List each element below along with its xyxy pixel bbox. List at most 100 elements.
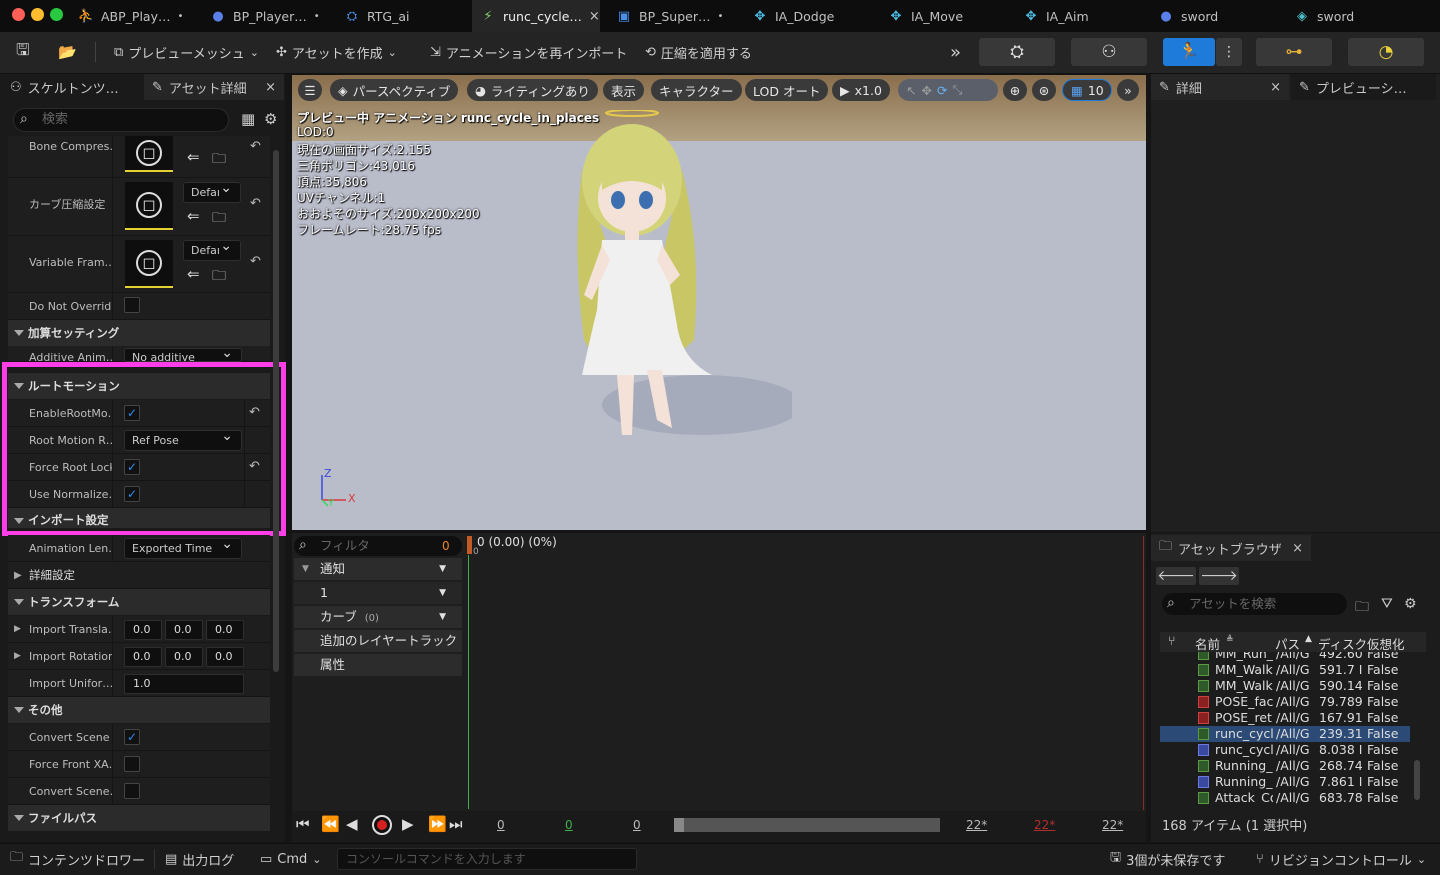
do-not-override-checkbox[interactable]: [124, 297, 140, 313]
blueprint-mode-button[interactable]: ⊶: [1256, 38, 1332, 66]
tab-bp-super[interactable]: ▣ BP_Super… •: [608, 0, 738, 32]
folder-icon[interactable]: 🗀: [1355, 596, 1369, 620]
output-log-button[interactable]: ▤ 出力ログ: [165, 843, 234, 875]
rotation-z-field[interactable]: 0.0: [206, 647, 244, 667]
playhead-handle[interactable]: [467, 536, 472, 554]
view-start-field[interactable]: 0: [633, 818, 641, 832]
mesh-mode-button[interactable]: ⚇: [1071, 38, 1147, 66]
asset-row[interactable]: runc_cycl/All/G 239.31 False: [1160, 726, 1410, 742]
viewport-more-button[interactable]: »: [1117, 79, 1139, 101]
rotate-icon[interactable]: ⟳: [937, 83, 947, 98]
use-selected-icon[interactable]: ⇐: [187, 207, 200, 225]
tab-details[interactable]: ✎ 詳細 ×: [1151, 74, 1289, 100]
lighting-button[interactable]: ◕ ライティングあり: [467, 79, 598, 101]
tab-ia-move[interactable]: ✥ IA_Move: [880, 0, 1010, 32]
category-additive-settings[interactable]: 加算セッティング: [8, 320, 270, 346]
grid-snap-button[interactable]: ▦ 10: [1062, 79, 1112, 101]
force-front-x-axis-checkbox[interactable]: [124, 756, 140, 772]
play-start-field[interactable]: 0: [565, 818, 573, 832]
move-icon[interactable]: ✥: [921, 83, 931, 98]
expand-toolbar-button[interactable]: »: [950, 40, 961, 64]
skip-to-start-icon[interactable]: ⏮: [296, 815, 310, 833]
show-button[interactable]: 表示: [603, 79, 645, 101]
dropdown-arrow-icon[interactable]: ▼: [439, 606, 446, 628]
curve-compression-thumbnail[interactable]: ◻: [125, 182, 173, 230]
record-button[interactable]: [372, 815, 392, 835]
animation-length-dropdown[interactable]: Exported Time: [124, 535, 242, 559]
use-selected-icon[interactable]: ⇐: [187, 148, 200, 166]
asset-search-input[interactable]: アセットを検索: [1162, 593, 1347, 615]
track-notify-1[interactable]: 1 ▼: [294, 582, 462, 604]
transform-tools-group[interactable]: ↖ ✥ ⟳ ⤡: [898, 79, 998, 101]
translation-y-field[interactable]: 0.0: [165, 620, 203, 640]
tab-sword-mesh[interactable]: ◈ sword: [1286, 0, 1426, 32]
physics-mode-button[interactable]: ◔: [1348, 38, 1424, 66]
reset-icon[interactable]: ↶: [250, 196, 261, 211]
left-panel-scrollbar[interactable]: [273, 150, 279, 672]
browse-button[interactable]: 📂: [58, 40, 77, 64]
prop-row-advanced[interactable]: ▶ 詳細設定: [8, 562, 270, 589]
asset-row[interactable]: MM_Walk/All/G 591.7 I False: [1160, 662, 1410, 678]
step-forward-icon[interactable]: ⏩: [428, 815, 447, 833]
reimport-button[interactable]: ⇲ アニメーションを再インポート: [430, 40, 627, 64]
asset-row[interactable]: POSE_ret/All/G 167.91 False: [1160, 710, 1410, 726]
start-frame-field[interactable]: 0: [497, 818, 505, 832]
tab-ia-dodge[interactable]: ✥ IA_Dodge: [744, 0, 874, 32]
asset-list-scrollbar[interactable]: [1414, 760, 1420, 800]
category-file-path[interactable]: ファイルパス: [8, 805, 270, 831]
gear-icon[interactable]: ⚙: [264, 110, 277, 128]
close-window-button[interactable]: [12, 8, 25, 21]
browse-asset-icon[interactable]: 🗀: [212, 148, 226, 172]
tab-bp-player[interactable]: ● BP_Player… •: [202, 0, 332, 32]
translation-z-field[interactable]: 0.0: [206, 620, 244, 640]
close-tab-icon[interactable]: ×: [1270, 80, 1281, 95]
view-end-field[interactable]: 22*: [966, 818, 987, 832]
tab-asset-details[interactable]: ✎ アセット詳細 ×: [144, 74, 284, 100]
perspective-button[interactable]: ◈ パースペクティブ: [330, 79, 459, 101]
end-frame-field[interactable]: 22*: [1102, 818, 1123, 832]
play-reverse-icon[interactable]: ◀: [346, 815, 358, 833]
create-asset-button[interactable]: ✣ アセットを作成 ⌄: [276, 40, 397, 64]
dropdown-arrow-icon[interactable]: ▼: [439, 582, 446, 604]
skip-to-end-icon[interactable]: ⏭: [449, 815, 463, 833]
asset-row[interactable]: POSE_fac/All/G 79.789 False: [1160, 694, 1410, 710]
asset-row[interactable]: runc_cycl/All/G 8.038 I False: [1160, 742, 1410, 758]
lod-button[interactable]: LOD オート: [745, 79, 829, 101]
column-disk[interactable]: ディスク: [1318, 634, 1368, 653]
unsaved-assets-button[interactable]: 🖫 3個が未保存です: [1110, 843, 1225, 875]
content-drawer-button[interactable]: 🗀 コンテンツドロワー: [10, 843, 145, 875]
translation-x-field[interactable]: 0.0: [124, 620, 162, 640]
additive-anim-dropdown[interactable]: No additive: [124, 348, 242, 362]
mode-options-button[interactable]: ⋮: [1216, 38, 1242, 66]
revision-control-button[interactable]: ⑂ リビジョンコントロール ⌄: [1256, 843, 1426, 875]
timeline-filter-input[interactable]: フィルタ: [294, 536, 462, 556]
step-back-icon[interactable]: ⏪: [321, 815, 340, 833]
tab-skeleton-tree[interactable]: ⚇ スケルトンツ…: [2, 74, 144, 100]
track-additive-layer[interactable]: 追加のレイヤートラック: [294, 630, 462, 652]
reset-icon[interactable]: ↶: [250, 254, 261, 269]
table-view-icon[interactable]: ▦: [241, 110, 255, 128]
save-button[interactable]: 🖫: [16, 40, 30, 64]
asset-row[interactable]: MM_Walk/All/G 590.14 False: [1160, 678, 1410, 694]
tab-runc-cycle[interactable]: ⚡ runc_cycle… ×: [472, 0, 600, 32]
category-transform[interactable]: トランスフォーム: [8, 589, 270, 615]
tab-sword-skeleton[interactable]: ● sword: [1150, 0, 1280, 32]
use-selected-icon[interactable]: ⇐: [187, 265, 200, 283]
filter-icon[interactable]: ⛛: [1381, 596, 1393, 612]
track-attributes[interactable]: 属性: [294, 654, 462, 676]
play-end-field[interactable]: 22*: [1034, 818, 1055, 832]
curve-compression-dropdown[interactable]: Defaı: [183, 179, 241, 203]
track-notify[interactable]: 通知 ▼ ▼: [294, 558, 462, 580]
convert-scene-checkbox[interactable]: ✓: [124, 729, 140, 745]
convert-scene-unit-checkbox[interactable]: [124, 783, 140, 799]
select-icon[interactable]: ↖: [906, 83, 916, 98]
close-tab-icon[interactable]: ×: [265, 80, 276, 95]
tab-asset-browser[interactable]: 🗀 アセットブラウザ ×: [1151, 535, 1311, 561]
tab-rtg-ai[interactable]: ⛭ RTG_ai: [336, 0, 466, 32]
character-button[interactable]: キャラクター: [651, 79, 742, 101]
column-virtualized[interactable]: 仮想化: [1367, 634, 1412, 653]
tab-ia-aim[interactable]: ✥ IA_Aim: [1015, 0, 1145, 32]
close-tab-icon[interactable]: ×: [589, 9, 600, 24]
surface-snap-button[interactable]: ⊛: [1032, 79, 1056, 101]
minimize-window-button[interactable]: [31, 8, 44, 21]
